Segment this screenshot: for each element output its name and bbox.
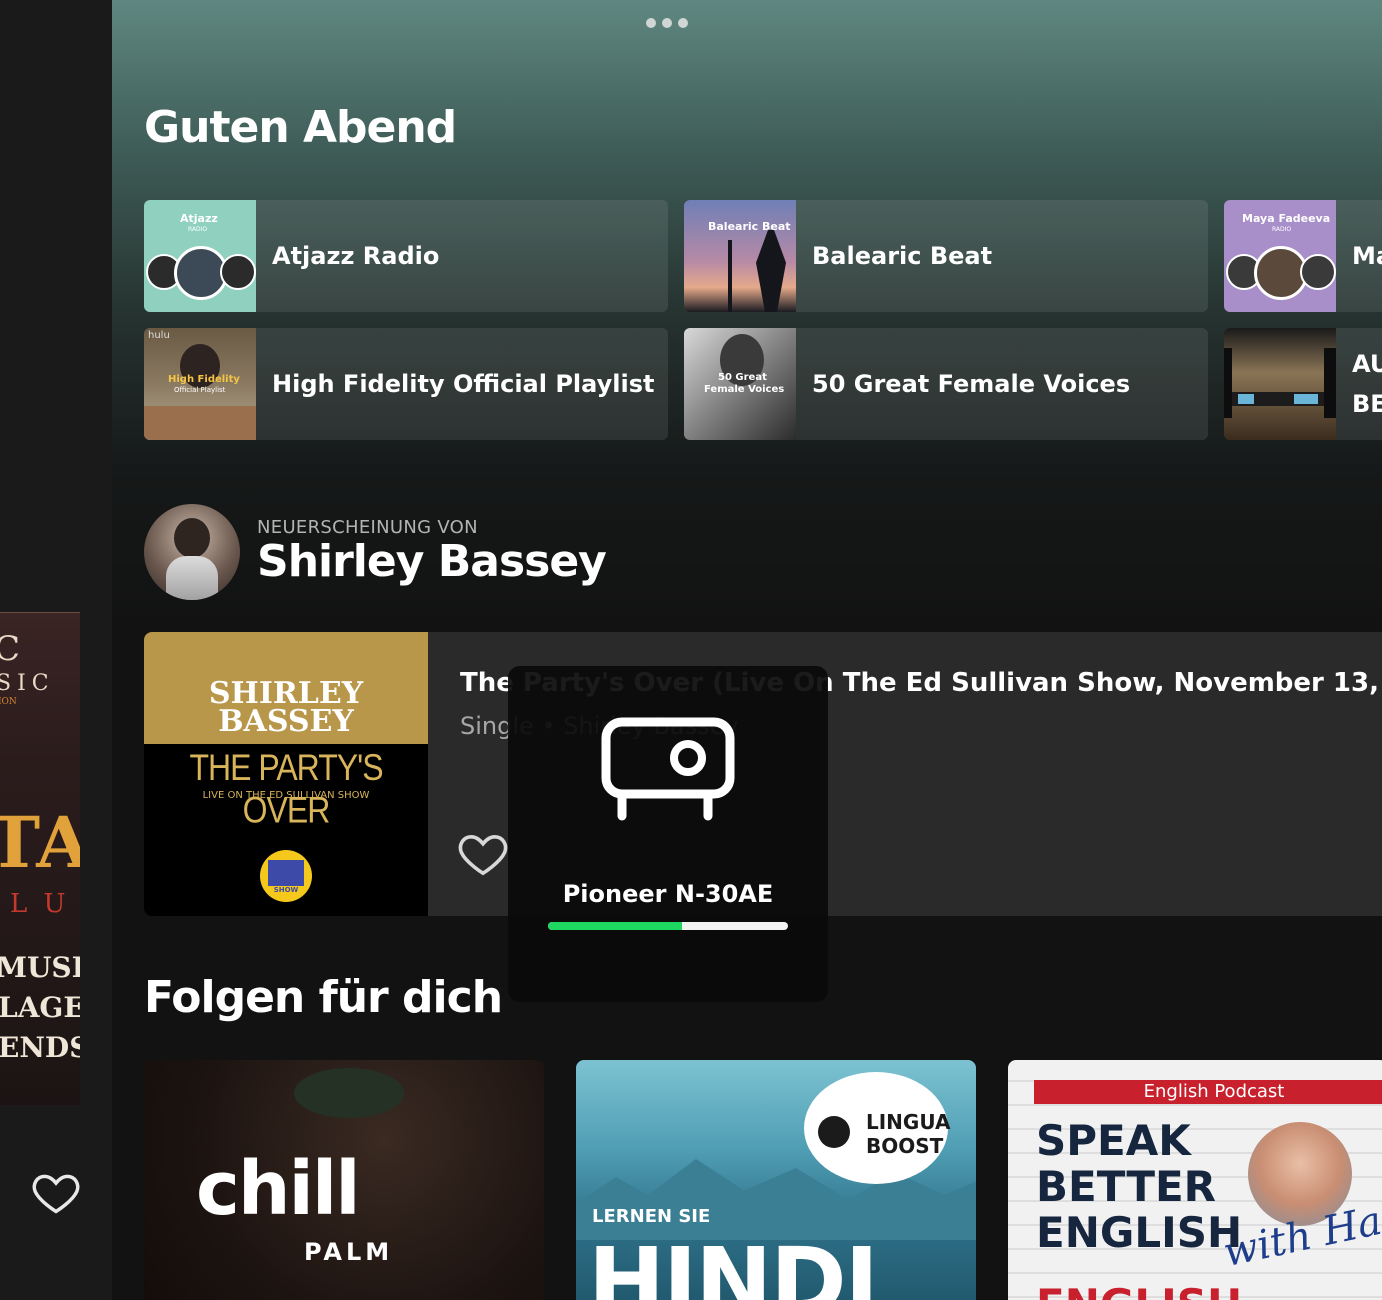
- art-text: C: [0, 629, 20, 669]
- podcast-name: chill: [196, 1146, 361, 1232]
- shortcut-label: Balearic Beat: [812, 242, 993, 270]
- podcast-line: BETTER: [1036, 1162, 1216, 1211]
- thumb-sub: RADIO: [1272, 226, 1292, 233]
- speaker-device-icon: [601, 717, 735, 821]
- cover-thumbnail: Balearic Beat: [684, 200, 796, 312]
- podcast-line: ENGLISH: [1036, 1280, 1242, 1300]
- podcast-banner: English Podcast: [1034, 1080, 1382, 1104]
- thumb-title: 50 Great: [718, 372, 767, 383]
- podcast-card[interactable]: LINGUA BOOST LERNEN SIE HINDI: [576, 1060, 976, 1300]
- main-content: Guten Abend Atjazz RADIO Atjazz Radio Ba…: [112, 0, 1382, 1300]
- thumb-sub: Female Voices: [704, 384, 785, 395]
- shortcut-card[interactable]: AU BE: [1224, 328, 1382, 440]
- shortcut-card[interactable]: Balearic Beat Balearic Beat: [684, 200, 1208, 312]
- shortcut-label: Ma: [1352, 242, 1382, 270]
- heart-icon[interactable]: [456, 826, 510, 880]
- art-text: L U: [10, 889, 70, 919]
- more-options-icon[interactable]: [646, 18, 688, 28]
- podcast-card[interactable]: English Podcast SPEAK BETTER ENGLISH wit…: [1008, 1060, 1382, 1300]
- podcast-kicker: LERNEN SIE: [592, 1206, 711, 1227]
- podcast-card[interactable]: chill PALM: [144, 1060, 544, 1300]
- art-text: ENDS: [0, 1031, 80, 1064]
- podcast-headline: HINDI: [588, 1228, 879, 1300]
- album-cover[interactable]: SHIRLEY BASSEY THE PARTY'S OVER LIVE ON …: [144, 632, 428, 916]
- badge-text: LINGUA: [866, 1110, 951, 1134]
- release-header[interactable]: NEUERSCHEINUNG VON Shirley Bassey: [144, 504, 607, 600]
- show-logo-icon: SHOW: [260, 850, 312, 902]
- shortcut-label: High Fidelity Official Playlist: [272, 370, 655, 398]
- cover-subtitle: LIVE ON THE ED SULLIVAN SHOW: [202, 790, 370, 801]
- volume-bar[interactable]: [548, 922, 788, 930]
- queue-artwork[interactable]: C SIC ION TA L U MUSIC LAGE ENDS: [0, 612, 80, 1105]
- device-name: Pioneer N-30AE: [562, 880, 774, 908]
- podcast-line: ENGLISH: [1036, 1208, 1243, 1257]
- shortcut-label: AU BE: [1352, 344, 1382, 424]
- thumb-sub: RADIO: [188, 226, 208, 233]
- shortcut-label: Atjazz Radio: [272, 242, 440, 270]
- art-text: LAGE: [0, 991, 80, 1024]
- thumb-title: Balearic Beat: [708, 220, 791, 233]
- thumb-title: Atjazz: [180, 212, 218, 225]
- thumb-title: Maya Fadeeva: [1242, 212, 1331, 225]
- cover-thumbnail: Maya Fadeeva RADIO: [1224, 200, 1336, 312]
- thumb-title: High Fidelity: [168, 374, 240, 385]
- section-title: Folgen für dich: [144, 972, 503, 1023]
- cover-thumbnail: hulu High Fidelity Official Playlist: [144, 328, 256, 440]
- artist-avatar[interactable]: [144, 504, 240, 600]
- cover-title: THE PARTY'S OVER: [189, 746, 383, 831]
- lingua-boost-badge: LINGUA BOOST: [804, 1072, 951, 1184]
- cover-thumbnail: Atjazz RADIO: [144, 200, 256, 312]
- device-volume-popup: Pioneer N-30AE: [508, 666, 828, 1002]
- shortcut-label-line: BE: [1352, 390, 1382, 418]
- release-eyebrow: NEUERSCHEINUNG VON: [257, 517, 478, 539]
- shortcut-card[interactable]: 50 Great Female Voices 50 Great Female V…: [684, 328, 1208, 440]
- cover-badge: SHOW: [273, 886, 299, 894]
- shortcut-card[interactable]: hulu High Fidelity Official Playlist Hig…: [144, 328, 668, 440]
- heart-icon[interactable]: [30, 1166, 82, 1218]
- art-text: TA: [0, 801, 80, 884]
- podcast-sub: PALM: [304, 1238, 394, 1266]
- cover-artist: BASSEY: [218, 704, 354, 739]
- badge-text: BOOST: [866, 1134, 944, 1158]
- page-title: Guten Abend: [144, 102, 457, 153]
- art-text: MUSIC: [0, 951, 80, 984]
- shortcut-card[interactable]: Maya Fadeeva RADIO Ma: [1224, 200, 1382, 312]
- art-text: ION: [0, 697, 17, 707]
- shortcut-label-line: AU: [1352, 350, 1382, 378]
- art-text: SIC: [0, 671, 55, 696]
- podcast-line: SPEAK: [1036, 1116, 1191, 1165]
- artist-name[interactable]: Shirley Bassey: [257, 537, 607, 586]
- left-rail: C SIC ION TA L U MUSIC LAGE ENDS: [0, 0, 112, 1300]
- shortcut-card[interactable]: Atjazz RADIO Atjazz Radio: [144, 200, 668, 312]
- cover-thumbnail: 50 Great Female Voices: [684, 328, 796, 440]
- shortcut-label: 50 Great Female Voices: [812, 370, 1131, 398]
- thumb-sub: Official Playlist: [174, 386, 226, 394]
- volume-fill: [548, 922, 683, 930]
- cover-thumbnail: [1224, 328, 1336, 440]
- thumb-brand: hulu: [148, 330, 170, 341]
